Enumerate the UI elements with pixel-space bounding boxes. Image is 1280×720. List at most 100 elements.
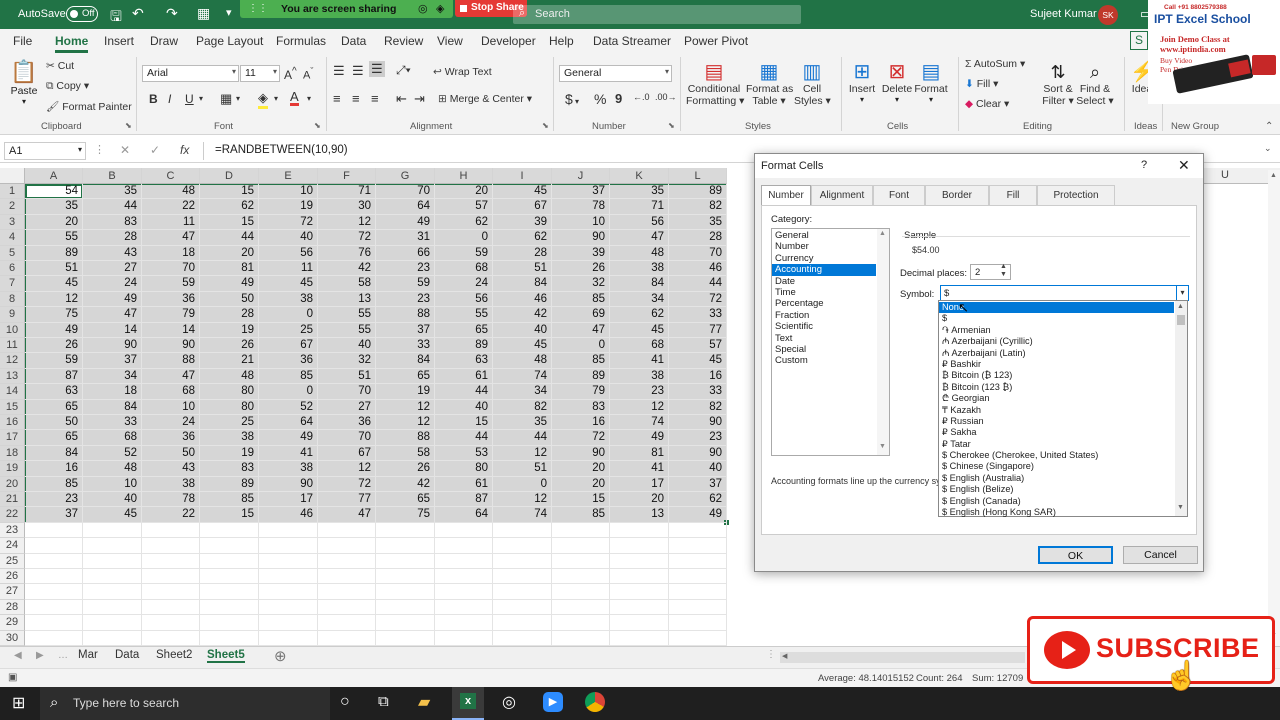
cell[interactable] (493, 630, 552, 646)
cell[interactable] (142, 599, 200, 616)
decrease-font-icon[interactable]: Aˇ (303, 66, 313, 82)
cell[interactable]: 0 (259, 307, 318, 323)
cell[interactable]: 42 (376, 476, 435, 492)
tab-font[interactable]: Font (873, 185, 925, 205)
cell[interactable]: 28 (669, 230, 727, 246)
row-header[interactable]: 24 (0, 538, 25, 554)
cell[interactable]: 13 (610, 507, 669, 523)
cell[interactable]: 80 (200, 384, 259, 400)
row-header[interactable]: 22 (0, 507, 25, 523)
cell[interactable] (435, 599, 493, 616)
close-icon[interactable]: ✕ (1178, 157, 1190, 174)
cell[interactable]: 44 (83, 199, 142, 215)
cell[interactable]: 59 (435, 245, 493, 261)
cell[interactable]: 90 (669, 415, 727, 431)
cell[interactable]: 45 (610, 322, 669, 338)
help-button[interactable]: ? (1141, 159, 1147, 171)
autosum-button[interactable]: Σ AutoSum ▾ (965, 58, 1025, 70)
cell[interactable] (376, 599, 435, 616)
cell[interactable] (610, 553, 669, 569)
cell[interactable]: 10 (259, 184, 318, 200)
cell[interactable]: 49 (25, 322, 83, 338)
cell[interactable] (376, 584, 435, 600)
cell[interactable]: 20 (200, 245, 259, 261)
cell[interactable]: 36 (259, 353, 318, 369)
vertical-scrollbar[interactable]: ▲ ▼ (1268, 170, 1280, 646)
symbol-option[interactable]: ₸ Kazakh (939, 405, 1174, 416)
cell[interactable] (259, 615, 318, 631)
tab-border[interactable]: Border (925, 185, 989, 205)
cell[interactable]: 17 (259, 492, 318, 508)
cell[interactable]: 68 (83, 430, 142, 446)
task-view-icon[interactable]: ⧉ (378, 693, 389, 710)
cell[interactable]: 40 (83, 492, 142, 508)
symbol-option[interactable]: ₼ Azerbaijani (Latin) (939, 348, 1174, 359)
save-icon[interactable]: 🖫 (110, 6, 122, 30)
cell[interactable]: 35 (25, 199, 83, 215)
cell[interactable]: 33 (83, 415, 142, 431)
cancel-icon[interactable]: ✕ (120, 143, 130, 157)
taskbar-search[interactable]: ⌕ Type here to search (40, 687, 330, 720)
user-name[interactable]: Sujeet Kumar (1030, 8, 1097, 20)
cell[interactable]: 81 (200, 261, 259, 277)
cell[interactable] (493, 522, 552, 539)
cell[interactable]: 15 (552, 492, 610, 508)
cell[interactable] (610, 630, 669, 646)
symbol-option[interactable]: ₽ Russian (939, 416, 1174, 427)
cell[interactable]: 28 (200, 307, 259, 323)
dropdown-scrollbar[interactable]: ▲ ▼ (1175, 301, 1187, 516)
cell[interactable] (25, 538, 83, 554)
cell[interactable]: 83 (83, 214, 142, 231)
comma-style-button[interactable]: 9 (615, 91, 622, 106)
cell[interactable] (669, 599, 727, 616)
symbol-option[interactable]: $ English (Hong Kong SAR) (939, 507, 1174, 518)
cell[interactable]: 34 (610, 291, 669, 308)
cell[interactable]: 55 (25, 230, 83, 246)
cell[interactable]: 19 (200, 445, 259, 462)
cell[interactable]: 70 (669, 245, 727, 261)
cell[interactable]: 63 (25, 384, 83, 400)
symbol-option[interactable]: ₾ Georgian (939, 393, 1174, 404)
cell[interactable]: 79 (552, 384, 610, 400)
cell[interactable]: 47 (142, 230, 200, 246)
enter-icon[interactable]: ✓ (150, 143, 160, 157)
column-header-c[interactable]: C (142, 168, 200, 184)
cell[interactable]: 38 (610, 368, 669, 385)
row-header[interactable]: 9 (0, 307, 25, 323)
cell[interactable]: 77 (669, 322, 727, 338)
cell[interactable]: 32 (318, 353, 376, 369)
cell[interactable]: 37 (376, 322, 435, 338)
cell[interactable]: 16 (25, 461, 83, 477)
cell[interactable]: 72 (318, 476, 376, 492)
cell[interactable]: 87 (435, 492, 493, 508)
cell[interactable]: 31 (376, 230, 435, 246)
cell[interactable]: 56 (435, 291, 493, 308)
cell[interactable]: 83 (200, 461, 259, 477)
symbol-option[interactable]: $ English (Belize) (939, 484, 1174, 495)
cell[interactable]: 30 (318, 199, 376, 215)
cell[interactable]: 90 (259, 476, 318, 492)
cell[interactable] (142, 538, 200, 554)
scroll-up-icon[interactable]: ▲ (1177, 303, 1184, 310)
cell[interactable] (142, 569, 200, 585)
scroll-thumb[interactable] (1177, 315, 1185, 325)
cell[interactable]: 11 (142, 214, 200, 231)
cell[interactable]: 70 (142, 261, 200, 277)
category-item[interactable]: Date (772, 276, 876, 287)
cell[interactable]: 33 (669, 384, 727, 400)
sort-filter-button[interactable]: ⇅ Sort & Filter ▾ (1040, 61, 1076, 107)
align-middle-icon[interactable]: ☰ (352, 63, 364, 79)
sheet-tab-data[interactable]: Data (115, 649, 139, 661)
conditional-formatting-button[interactable]: ▤ Conditional Formatting ▾ (686, 61, 744, 107)
cell[interactable]: 23 (610, 384, 669, 400)
cell[interactable]: 26 (25, 338, 83, 354)
cell[interactable]: 10 (83, 476, 142, 492)
cell[interactable]: 19 (376, 384, 435, 400)
cell[interactable] (376, 630, 435, 646)
cell[interactable]: 26 (376, 461, 435, 477)
symbol-option[interactable]: ₽ Tatar (939, 439, 1174, 450)
cell[interactable]: 39 (552, 245, 610, 261)
cell-styles-button[interactable]: ▥ Cell Styles ▾ (794, 61, 831, 107)
tab-fill[interactable]: Fill (989, 185, 1037, 205)
cell[interactable] (318, 599, 376, 616)
